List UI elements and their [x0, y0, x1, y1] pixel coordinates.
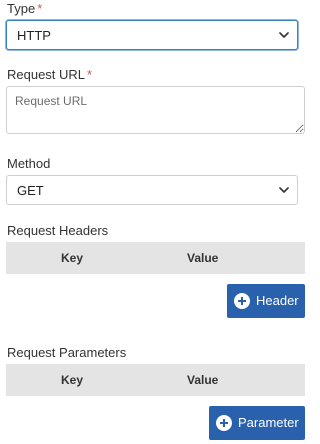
- chevron-down-icon: [279, 187, 289, 193]
- chevron-down-icon: [279, 32, 289, 38]
- method-select-value: GET: [17, 183, 44, 198]
- type-label: Type *: [7, 1, 42, 17]
- request-url-field[interactable]: [6, 86, 305, 134]
- request-headers-table-header: Key Value: [6, 242, 305, 274]
- required-mark: *: [87, 67, 93, 82]
- value-column-header: Value: [187, 251, 219, 265]
- plus-circle-icon: [216, 415, 232, 431]
- plus-circle-icon: [234, 293, 250, 309]
- type-select-value: HTTP: [17, 28, 51, 43]
- type-label-text: Type: [7, 1, 36, 16]
- request-headers-label: Request Headers: [7, 223, 109, 238]
- request-parameters-table-header: Key Value: [6, 364, 305, 396]
- value-column-header: Value: [187, 373, 219, 387]
- method-select[interactable]: GET: [6, 175, 298, 205]
- method-label: Method: [7, 156, 51, 171]
- add-header-button-label: Header: [256, 293, 299, 308]
- request-url-label-text: Request URL: [7, 67, 86, 82]
- type-select[interactable]: HTTP: [6, 20, 298, 50]
- add-header-button[interactable]: Header: [227, 284, 305, 318]
- request-url-label: Request URL *: [7, 67, 92, 83]
- add-parameter-button-label: Parameter: [238, 415, 299, 430]
- required-mark: *: [37, 1, 43, 16]
- request-parameters-label: Request Parameters: [7, 345, 127, 360]
- add-parameter-button[interactable]: Parameter: [209, 406, 305, 440]
- key-column-header: Key: [61, 373, 84, 387]
- key-column-header: Key: [61, 251, 84, 265]
